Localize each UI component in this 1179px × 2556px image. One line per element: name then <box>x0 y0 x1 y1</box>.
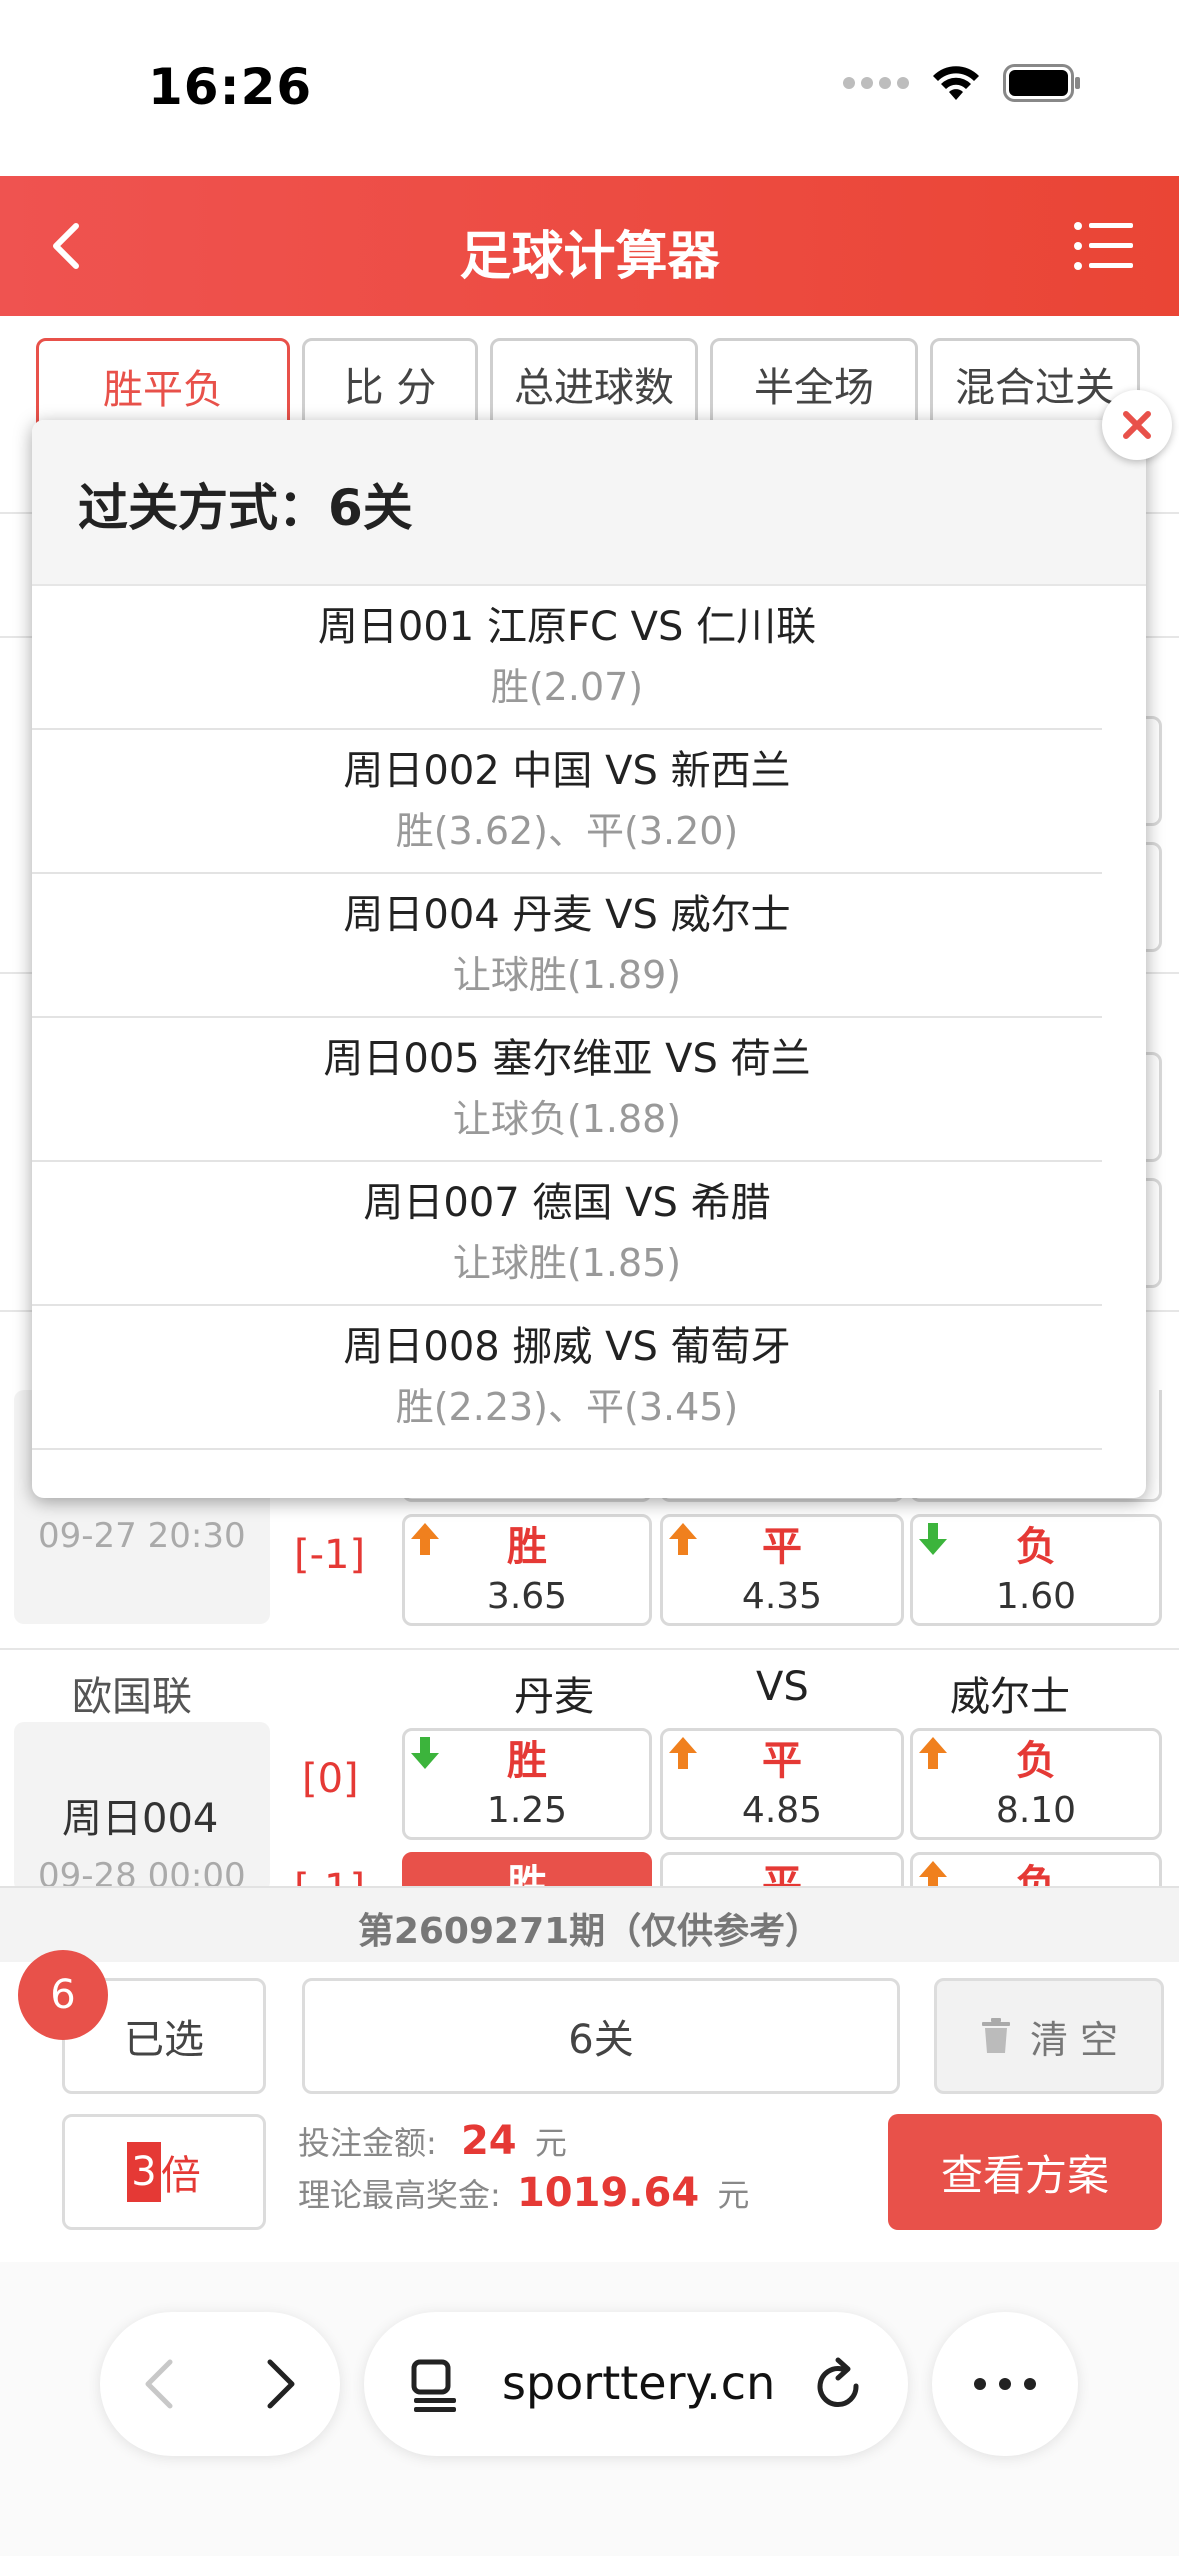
odds-win-button[interactable]: 胜 1.25 <box>402 1728 652 1840</box>
max-prize-label: 理论最高奖金: <box>298 2176 501 2214</box>
match-pick: 让球胜(1.85) <box>452 1241 682 1285</box>
forward-arrow-icon[interactable] <box>258 2358 302 2410</box>
arrow-up-icon <box>669 1737 697 1769</box>
more-options-button[interactable] <box>932 2312 1078 2456</box>
list-item: 周日002 中国 VS 新西兰 胜(3.62)、平(3.20) <box>32 730 1102 874</box>
vs-label: VS <box>756 1664 809 1710</box>
match-time: 09-27 20:30 <box>38 1516 246 1556</box>
arrow-up-icon <box>669 1523 697 1555</box>
match-name: 周日001 江原FC VS 仁川联 <box>317 604 817 650</box>
handicap-label: [-1] <box>294 1532 366 1578</box>
match-name: 周日004 丹麦 VS 威尔士 <box>343 892 791 938</box>
clear-label: 清 空 <box>1029 2017 1119 2062</box>
url-text: sporttery.cn <box>502 2356 776 2410</box>
list-item: 周日007 德国 VS 希腊 让球胜(1.85) <box>32 1162 1102 1306</box>
bet-amount-label: 投注金额: <box>298 2124 437 2162</box>
multiplier-value: 3 <box>127 2142 161 2202</box>
max-prize-value: 1019.64 <box>516 2170 700 2216</box>
cellular-signal-icon <box>843 77 909 89</box>
odds-lose-button[interactable]: 负 8.10 <box>910 1728 1162 1840</box>
pass-type-selector[interactable]: 6关 <box>302 1978 900 2094</box>
arrow-up-icon <box>411 1523 439 1555</box>
league-name: 欧国联 <box>72 1674 192 1720</box>
list-item: 周日008 挪威 VS 葡萄牙 胜(2.23)、平(3.45) <box>32 1306 1102 1450</box>
away-team: 威尔士 <box>950 1674 1070 1720</box>
bet-amount-row: 投注金额: 24 元 <box>298 2118 567 2164</box>
popup-title: 过关方式：6关 <box>78 479 413 537</box>
menu-button[interactable] <box>1073 216 1135 276</box>
browser-toolbar: sporttery.cn <box>0 2262 1179 2556</box>
battery-icon <box>1003 64 1080 102</box>
match-pick: 胜(2.23)、平(3.45) <box>395 1385 739 1429</box>
match-pick: 让球胜(1.89) <box>452 953 682 997</box>
wifi-icon <box>933 66 979 100</box>
status-icons <box>843 64 1081 102</box>
match-name: 周日008 挪威 VS 葡萄牙 <box>343 1324 791 1370</box>
address-bar[interactable]: sporttery.cn <box>364 2312 908 2456</box>
odds-draw-button[interactable]: 平 4.85 <box>660 1728 904 1840</box>
match-pick: 胜(3.62)、平(3.20) <box>395 809 739 853</box>
page-title: 足球计算器 <box>459 227 720 287</box>
match-info-card: 周日004 09-28 00:00 <box>14 1722 270 1896</box>
arrow-up-icon <box>919 1737 947 1769</box>
status-time: 16:26 <box>148 58 313 116</box>
list-menu-icon <box>1074 222 1133 270</box>
odds-draw-button[interactable]: 平 4.35 <box>660 1514 904 1626</box>
parlay-detail-popup: 过关方式：6关 周日001 江原FC VS 仁川联 胜(2.07) 周日002 … <box>32 420 1146 1498</box>
popup-close-button[interactable] <box>1102 390 1172 460</box>
list-item: 周日004 丹麦 VS 威尔士 让球胜(1.89) <box>32 874 1102 1018</box>
bet-amount-unit: 元 <box>534 2124 567 2162</box>
list-item: 周日005 塞尔维亚 VS 荷兰 让球负(1.88) <box>32 1018 1102 1162</box>
status-bar: 16:26 <box>0 0 1179 176</box>
list-item: 周日001 江原FC VS 仁川联 胜(2.07) <box>32 586 1102 730</box>
bet-amount-value: 24 <box>460 2118 517 2164</box>
max-prize-row: 理论最高奖金: 1019.64 元 <box>298 2170 749 2216</box>
close-icon <box>1123 411 1151 439</box>
app-header: 足球计算器 <box>0 176 1179 316</box>
match-pick: 让球负(1.88) <box>452 1097 682 1141</box>
multiplier-input[interactable]: 3 倍 <box>62 2114 266 2230</box>
trash-icon <box>981 2018 1010 2053</box>
tabs-list-icon[interactable] <box>410 2358 460 2412</box>
view-plan-button[interactable]: 查看方案 <box>888 2114 1162 2230</box>
back-arrow-icon[interactable] <box>138 2358 182 2410</box>
arrow-down-icon <box>919 1523 947 1555</box>
clear-button[interactable]: 清 空 <box>934 1978 1164 2094</box>
reload-icon[interactable] <box>812 2356 866 2414</box>
nav-buttons-group <box>100 2312 340 2456</box>
handicap-label: [0] <box>302 1756 359 1802</box>
selected-count-badge: 6 <box>18 1950 108 2040</box>
selection-list: 周日001 江原FC VS 仁川联 胜(2.07) 周日002 中国 VS 新西… <box>32 586 1102 1450</box>
popup-header: 过关方式：6关 <box>32 420 1146 586</box>
arrow-down-icon <box>411 1737 439 1769</box>
match-pick: 胜(2.07) <box>490 665 644 709</box>
match-name: 周日005 塞尔维亚 VS 荷兰 <box>323 1036 811 1082</box>
odds-win-button[interactable]: 胜 3.65 <box>402 1514 652 1626</box>
match-name: 周日002 中国 VS 新西兰 <box>343 748 791 794</box>
match-number: 周日004 <box>62 1796 219 1842</box>
match-name: 周日007 德国 VS 希腊 <box>363 1180 771 1226</box>
ellipsis-icon <box>974 2378 1036 2390</box>
period-bar: 第2609271期（仅供参考） <box>0 1886 1179 1962</box>
divider <box>0 1648 1179 1650</box>
multiplier-unit: 倍 <box>160 2153 201 2199</box>
max-prize-unit: 元 <box>717 2176 750 2214</box>
home-team: 丹麦 <box>514 1674 594 1720</box>
odds-lose-button[interactable]: 负 1.60 <box>910 1514 1162 1626</box>
